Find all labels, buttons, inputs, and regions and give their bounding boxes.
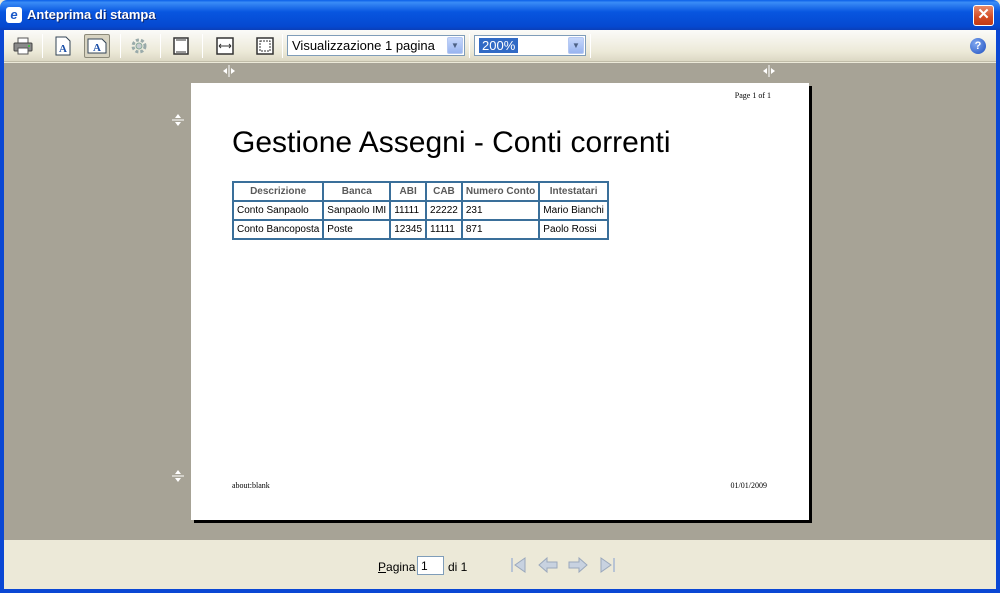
left-margin-handle-icon[interactable] bbox=[220, 65, 238, 77]
table-cell: Mario Bianchi bbox=[538, 200, 609, 221]
table-cell: Conto Sanpaolo bbox=[231, 200, 325, 221]
first-page-icon bbox=[511, 557, 526, 573]
pager-label: Pagina bbox=[378, 560, 415, 574]
table-header-row: Descrizione Banca ABI CAB Numero Conto I… bbox=[231, 181, 609, 202]
portrait-page-icon: A bbox=[55, 36, 71, 56]
toolbar-separator bbox=[282, 34, 283, 58]
column-header: Descrizione bbox=[231, 181, 325, 202]
ie-app-icon: e bbox=[6, 7, 22, 23]
chevron-down-icon[interactable]: ▼ bbox=[568, 37, 584, 54]
svg-text:A: A bbox=[59, 43, 67, 55]
page-footer-url: about:blank bbox=[232, 481, 270, 490]
view-mode-select[interactable]: Visualizzazione 1 pagina ▼ bbox=[287, 35, 465, 56]
last-page-button[interactable] bbox=[597, 554, 619, 576]
whole-page-button[interactable] bbox=[252, 34, 278, 58]
page-footer-date: 01/01/2009 bbox=[730, 481, 767, 490]
zoom-value: 200% bbox=[479, 38, 519, 53]
right-margin-handle-icon[interactable] bbox=[760, 65, 778, 77]
arrow-left-icon bbox=[538, 556, 558, 574]
column-header: Intestatari bbox=[538, 181, 609, 202]
report-title: Gestione Assegni - Conti correnti bbox=[232, 126, 671, 159]
close-button[interactable]: ✕ bbox=[973, 5, 994, 26]
pager-bar: Pagina di 1 bbox=[4, 540, 996, 589]
page-width-icon bbox=[216, 37, 234, 55]
gear-icon bbox=[131, 38, 147, 54]
portrait-button[interactable]: A bbox=[50, 34, 76, 58]
toolbar-separator bbox=[202, 34, 203, 58]
table-cell: 871 bbox=[460, 219, 541, 240]
page-width-button[interactable] bbox=[212, 34, 238, 58]
table-cell: 22222 bbox=[425, 200, 463, 221]
table-cell: Sanpaolo IMI bbox=[322, 200, 392, 221]
window-border-bottom bbox=[0, 589, 1000, 593]
toolbar-separator bbox=[160, 34, 161, 58]
table-cell: 11111 bbox=[389, 200, 428, 221]
pager-total: di 1 bbox=[448, 560, 468, 574]
toolbar-separator bbox=[469, 34, 470, 58]
pager-label-accesskey: P bbox=[378, 560, 387, 574]
table-cell: Poste bbox=[322, 219, 392, 240]
top-margin-handle-icon[interactable] bbox=[172, 111, 184, 129]
last-page-icon bbox=[600, 557, 615, 573]
svg-text:A: A bbox=[93, 42, 101, 54]
column-header: ABI bbox=[389, 181, 428, 202]
landscape-page-icon: A bbox=[87, 38, 107, 54]
bottom-margin-handle-icon[interactable] bbox=[172, 467, 184, 485]
accounts-table: Descrizione Banca ABI CAB Numero Conto I… bbox=[231, 181, 609, 240]
window-border-right bbox=[996, 30, 1000, 593]
preview-area: Page 1 of 1 Gestione Assegni - Conti cor… bbox=[4, 63, 996, 540]
pager-label-rest: agina bbox=[386, 560, 416, 574]
table-cell: 12345 bbox=[389, 219, 428, 240]
page-header-text: Page 1 of 1 bbox=[734, 91, 771, 100]
page-frame-icon bbox=[173, 37, 189, 55]
whole-page-icon bbox=[256, 37, 274, 55]
print-button[interactable] bbox=[10, 34, 36, 58]
column-header: CAB bbox=[425, 181, 463, 202]
column-header: Numero Conto bbox=[460, 181, 541, 202]
toolbar: A A Visualizzazione 1 pagina ▼ 200% ▼ ? bbox=[4, 30, 996, 62]
table-row: Conto Bancoposta Poste 12345 11111 871 P… bbox=[231, 219, 609, 240]
view-mode-value: Visualizzazione 1 pagina bbox=[292, 38, 435, 53]
table-cell: Conto Bancoposta bbox=[231, 219, 325, 240]
title-bar: e Anteprima di stampa ✕ bbox=[0, 0, 1000, 30]
arrow-right-icon bbox=[568, 556, 588, 574]
column-header: Banca bbox=[322, 181, 392, 202]
toolbar-separator bbox=[42, 34, 43, 58]
toolbar-separator bbox=[590, 34, 591, 58]
table-row: Conto Sanpaolo Sanpaolo IMI 11111 22222 … bbox=[231, 200, 609, 221]
chevron-down-icon[interactable]: ▼ bbox=[447, 37, 463, 54]
headers-footers-button[interactable] bbox=[168, 34, 194, 58]
landscape-button[interactable]: A bbox=[84, 34, 110, 58]
printer-icon bbox=[13, 37, 33, 55]
page-setup-button[interactable] bbox=[126, 34, 152, 58]
previous-page-button[interactable] bbox=[537, 554, 559, 576]
page-number-input[interactable] bbox=[417, 556, 444, 575]
window-title: Anteprima di stampa bbox=[27, 7, 156, 22]
table-cell: Paolo Rossi bbox=[538, 219, 609, 240]
help-icon[interactable]: ? bbox=[970, 38, 986, 54]
table-cell: 231 bbox=[460, 200, 541, 221]
print-page: Page 1 of 1 Gestione Assegni - Conti cor… bbox=[191, 83, 809, 520]
next-page-button[interactable] bbox=[567, 554, 589, 576]
first-page-button[interactable] bbox=[507, 554, 529, 576]
table-cell: 11111 bbox=[425, 219, 463, 240]
zoom-select[interactable]: 200% ▼ bbox=[474, 35, 586, 56]
toolbar-separator bbox=[120, 34, 121, 58]
